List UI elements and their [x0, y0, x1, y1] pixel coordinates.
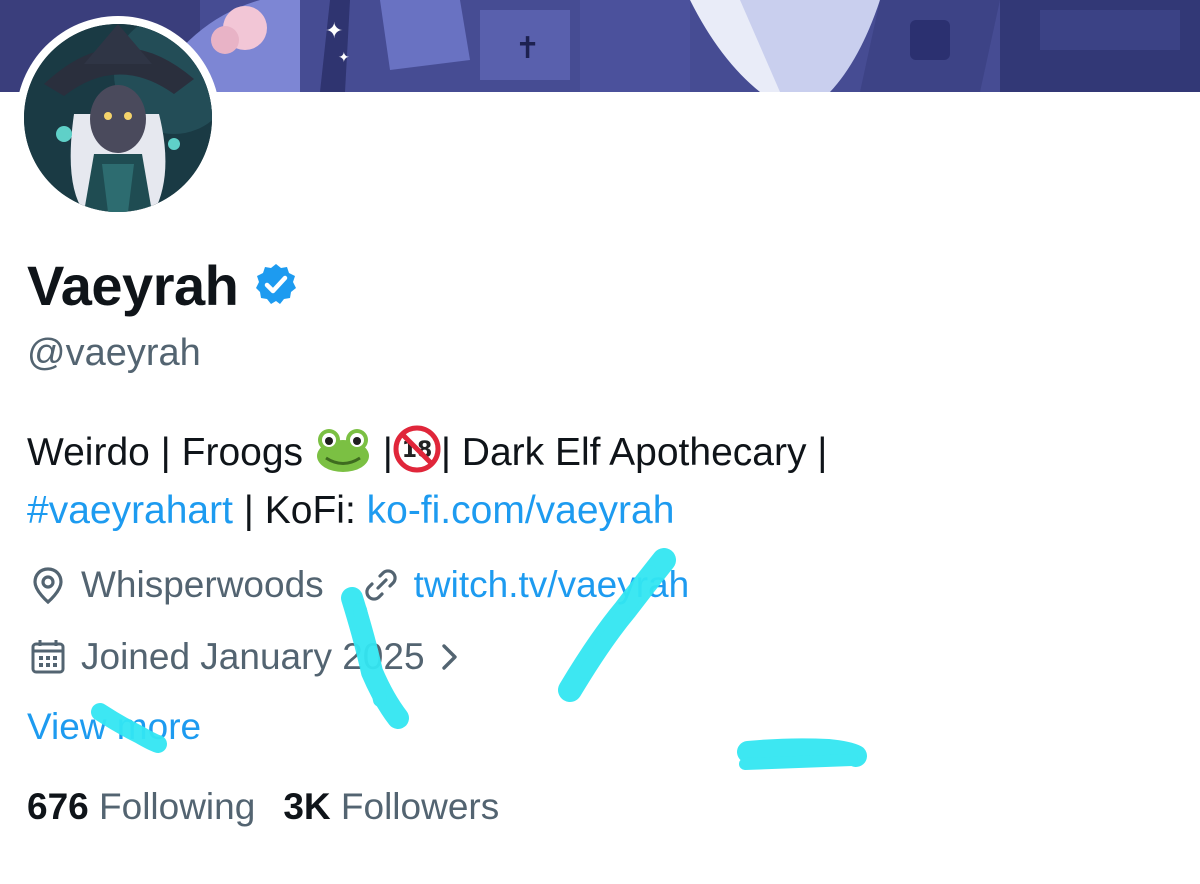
link-icon — [360, 564, 402, 606]
chevron-right-icon[interactable] — [435, 636, 465, 678]
location-pin-icon — [27, 564, 69, 606]
website-link[interactable]: twitch.tv/vaeyrah — [414, 564, 690, 606]
location-text: Whisperwoods — [81, 564, 324, 605]
followers-label: Followers — [340, 786, 500, 827]
followers-stat[interactable]: 3K Followers — [283, 786, 499, 827]
kofi-link[interactable]: ko-fi.com/vaeyrah — [367, 489, 675, 532]
following-count: 676 — [27, 786, 89, 827]
following-stat[interactable]: 676 Following — [27, 786, 255, 827]
bio-text-3: | Dark Elf Apothecary | — [440, 431, 828, 474]
bio-line-1: Weirdo | Froogs | 18 | Dark Elf Apotheca… — [27, 424, 1167, 482]
profile-bio: Weirdo | Froogs | 18 | Dark Elf Apotheca… — [27, 424, 1167, 540]
joined-date: Joined January 2025 — [81, 636, 425, 677]
frog-emoji-icon — [314, 427, 372, 473]
no-under-18-emoji-icon: 18 — [393, 425, 441, 473]
display-name-row: Vaeyrah — [27, 250, 300, 320]
user-handle: @vaeyrah — [27, 332, 201, 374]
follow-stats: 676 Following 3K Followers — [27, 786, 499, 828]
svg-text:✦: ✦ — [325, 19, 343, 44]
view-more-link[interactable]: View more — [27, 706, 201, 748]
bio-text-2: | — [371, 431, 393, 474]
bio-line-2: #vaeyrahart | KoFi: ko-fi.com/vaeyrah — [27, 482, 1167, 540]
svg-text:✝: ✝ — [515, 31, 540, 66]
bio-text-1: Weirdo | Froogs — [27, 431, 314, 474]
following-label: Following — [99, 786, 256, 827]
bio-hashtag-link[interactable]: #vaeyrahart — [27, 489, 233, 532]
display-name: Vaeyrah — [27, 253, 239, 317]
followers-count: 3K — [283, 786, 331, 827]
calendar-icon — [27, 636, 69, 678]
svg-text:✦: ✦ — [338, 50, 350, 66]
verified-badge-icon[interactable] — [252, 261, 300, 309]
avatar-artwork — [24, 24, 212, 212]
joined-row[interactable]: Joined January 2025 — [27, 632, 465, 682]
location-website-row: Whisperwoods twitch.tv/vaeyrah — [27, 560, 689, 610]
bio-text-4: | KoFi: — [232, 489, 367, 532]
avatar[interactable] — [24, 24, 212, 212]
